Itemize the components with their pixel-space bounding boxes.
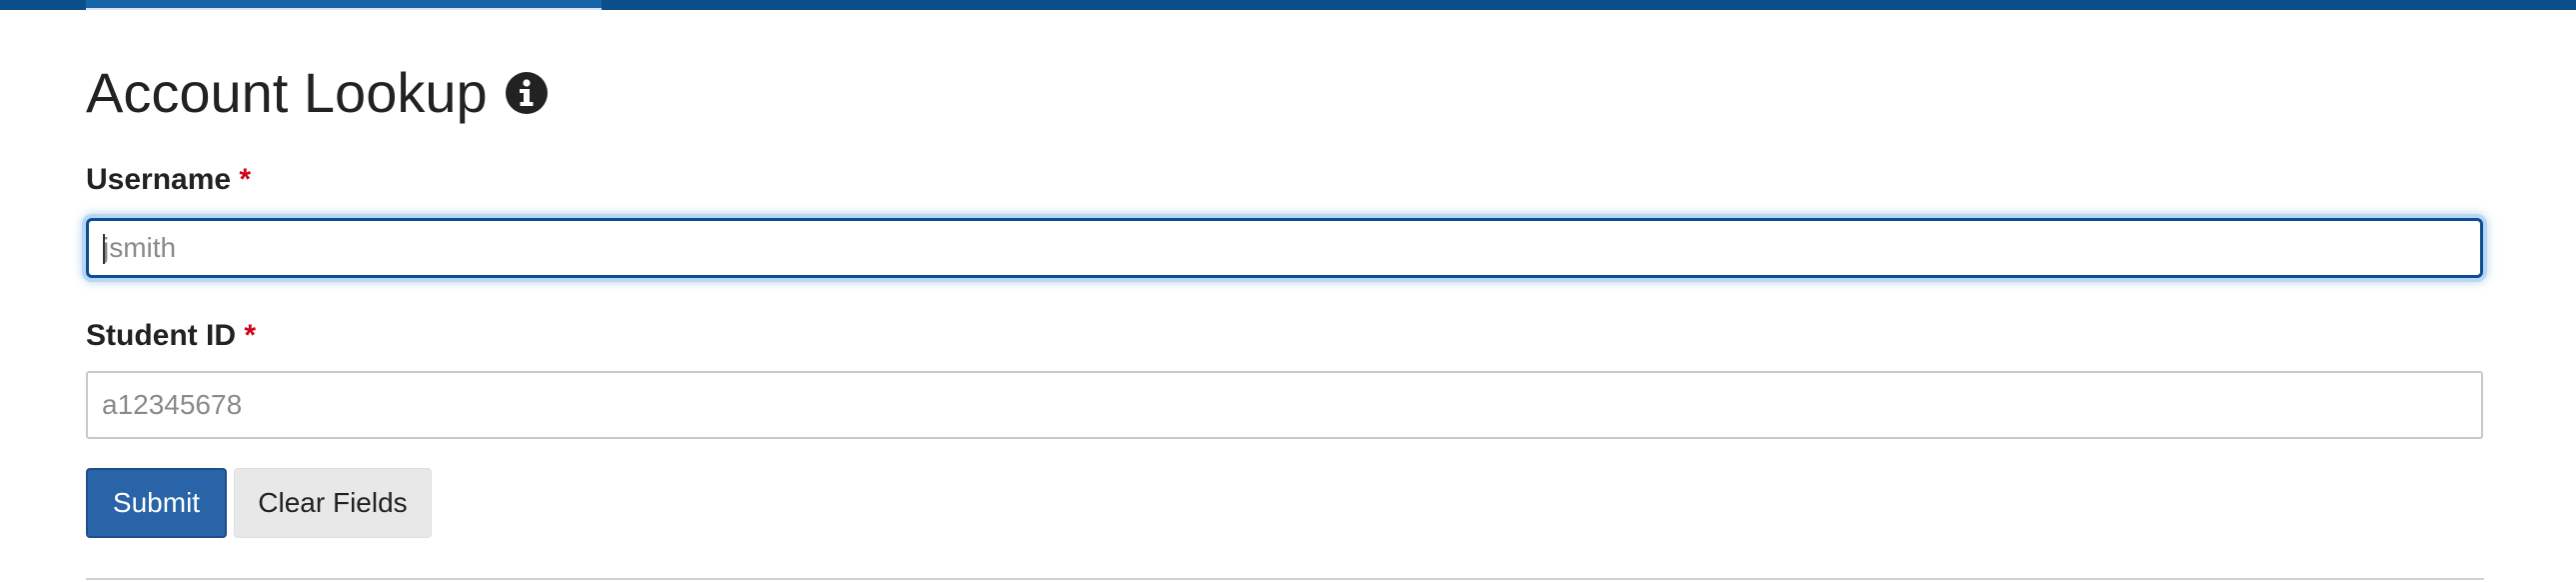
username-input[interactable] — [86, 218, 2483, 278]
text-caret — [103, 234, 105, 264]
student-id-required-mark: * — [244, 319, 257, 352]
username-required-mark: * — [239, 163, 252, 196]
student-id-label-text: Student ID — [86, 319, 236, 352]
student-id-label: Student ID * — [86, 316, 256, 356]
active-nav-tab-indicator — [86, 0, 602, 10]
form-divider — [86, 578, 2484, 580]
username-label: Username * — [86, 160, 251, 200]
student-id-input[interactable] — [86, 371, 2483, 439]
page-title: Account Lookup — [86, 61, 488, 124]
info-circle-icon[interactable] — [505, 71, 549, 115]
top-header-bar — [0, 0, 2576, 10]
clear-fields-button[interactable]: Clear Fields — [234, 468, 432, 538]
username-label-text: Username — [86, 163, 232, 196]
submit-button[interactable]: Submit — [86, 468, 227, 538]
